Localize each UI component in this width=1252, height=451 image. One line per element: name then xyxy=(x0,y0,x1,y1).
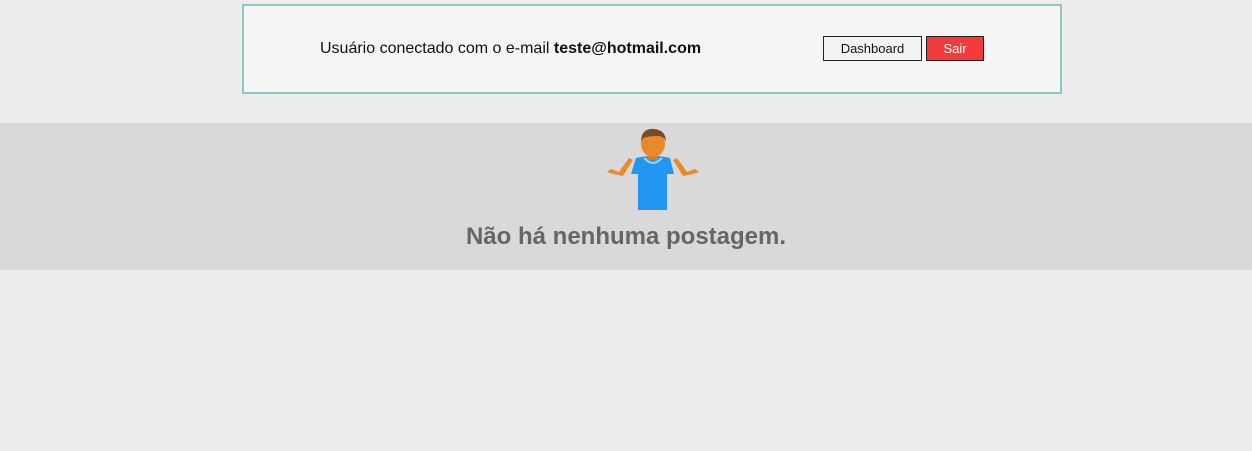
logout-button[interactable]: Sair xyxy=(926,36,984,61)
person-shrugging-icon xyxy=(607,128,699,210)
user-status-prefix: Usuário conectado com o e-mail xyxy=(320,40,554,57)
dashboard-button[interactable]: Dashboard xyxy=(823,36,922,61)
user-email: teste@hotmail.com xyxy=(553,40,702,57)
empty-state-panel: Não há nenhuma postagem. xyxy=(0,123,1252,270)
empty-state-message: Não há nenhuma postagem. xyxy=(465,223,787,250)
user-header: Usuário conectado com o e-mail teste@hot… xyxy=(242,4,1062,94)
user-status-text: Usuário conectado com o e-mail teste@hot… xyxy=(320,40,701,58)
